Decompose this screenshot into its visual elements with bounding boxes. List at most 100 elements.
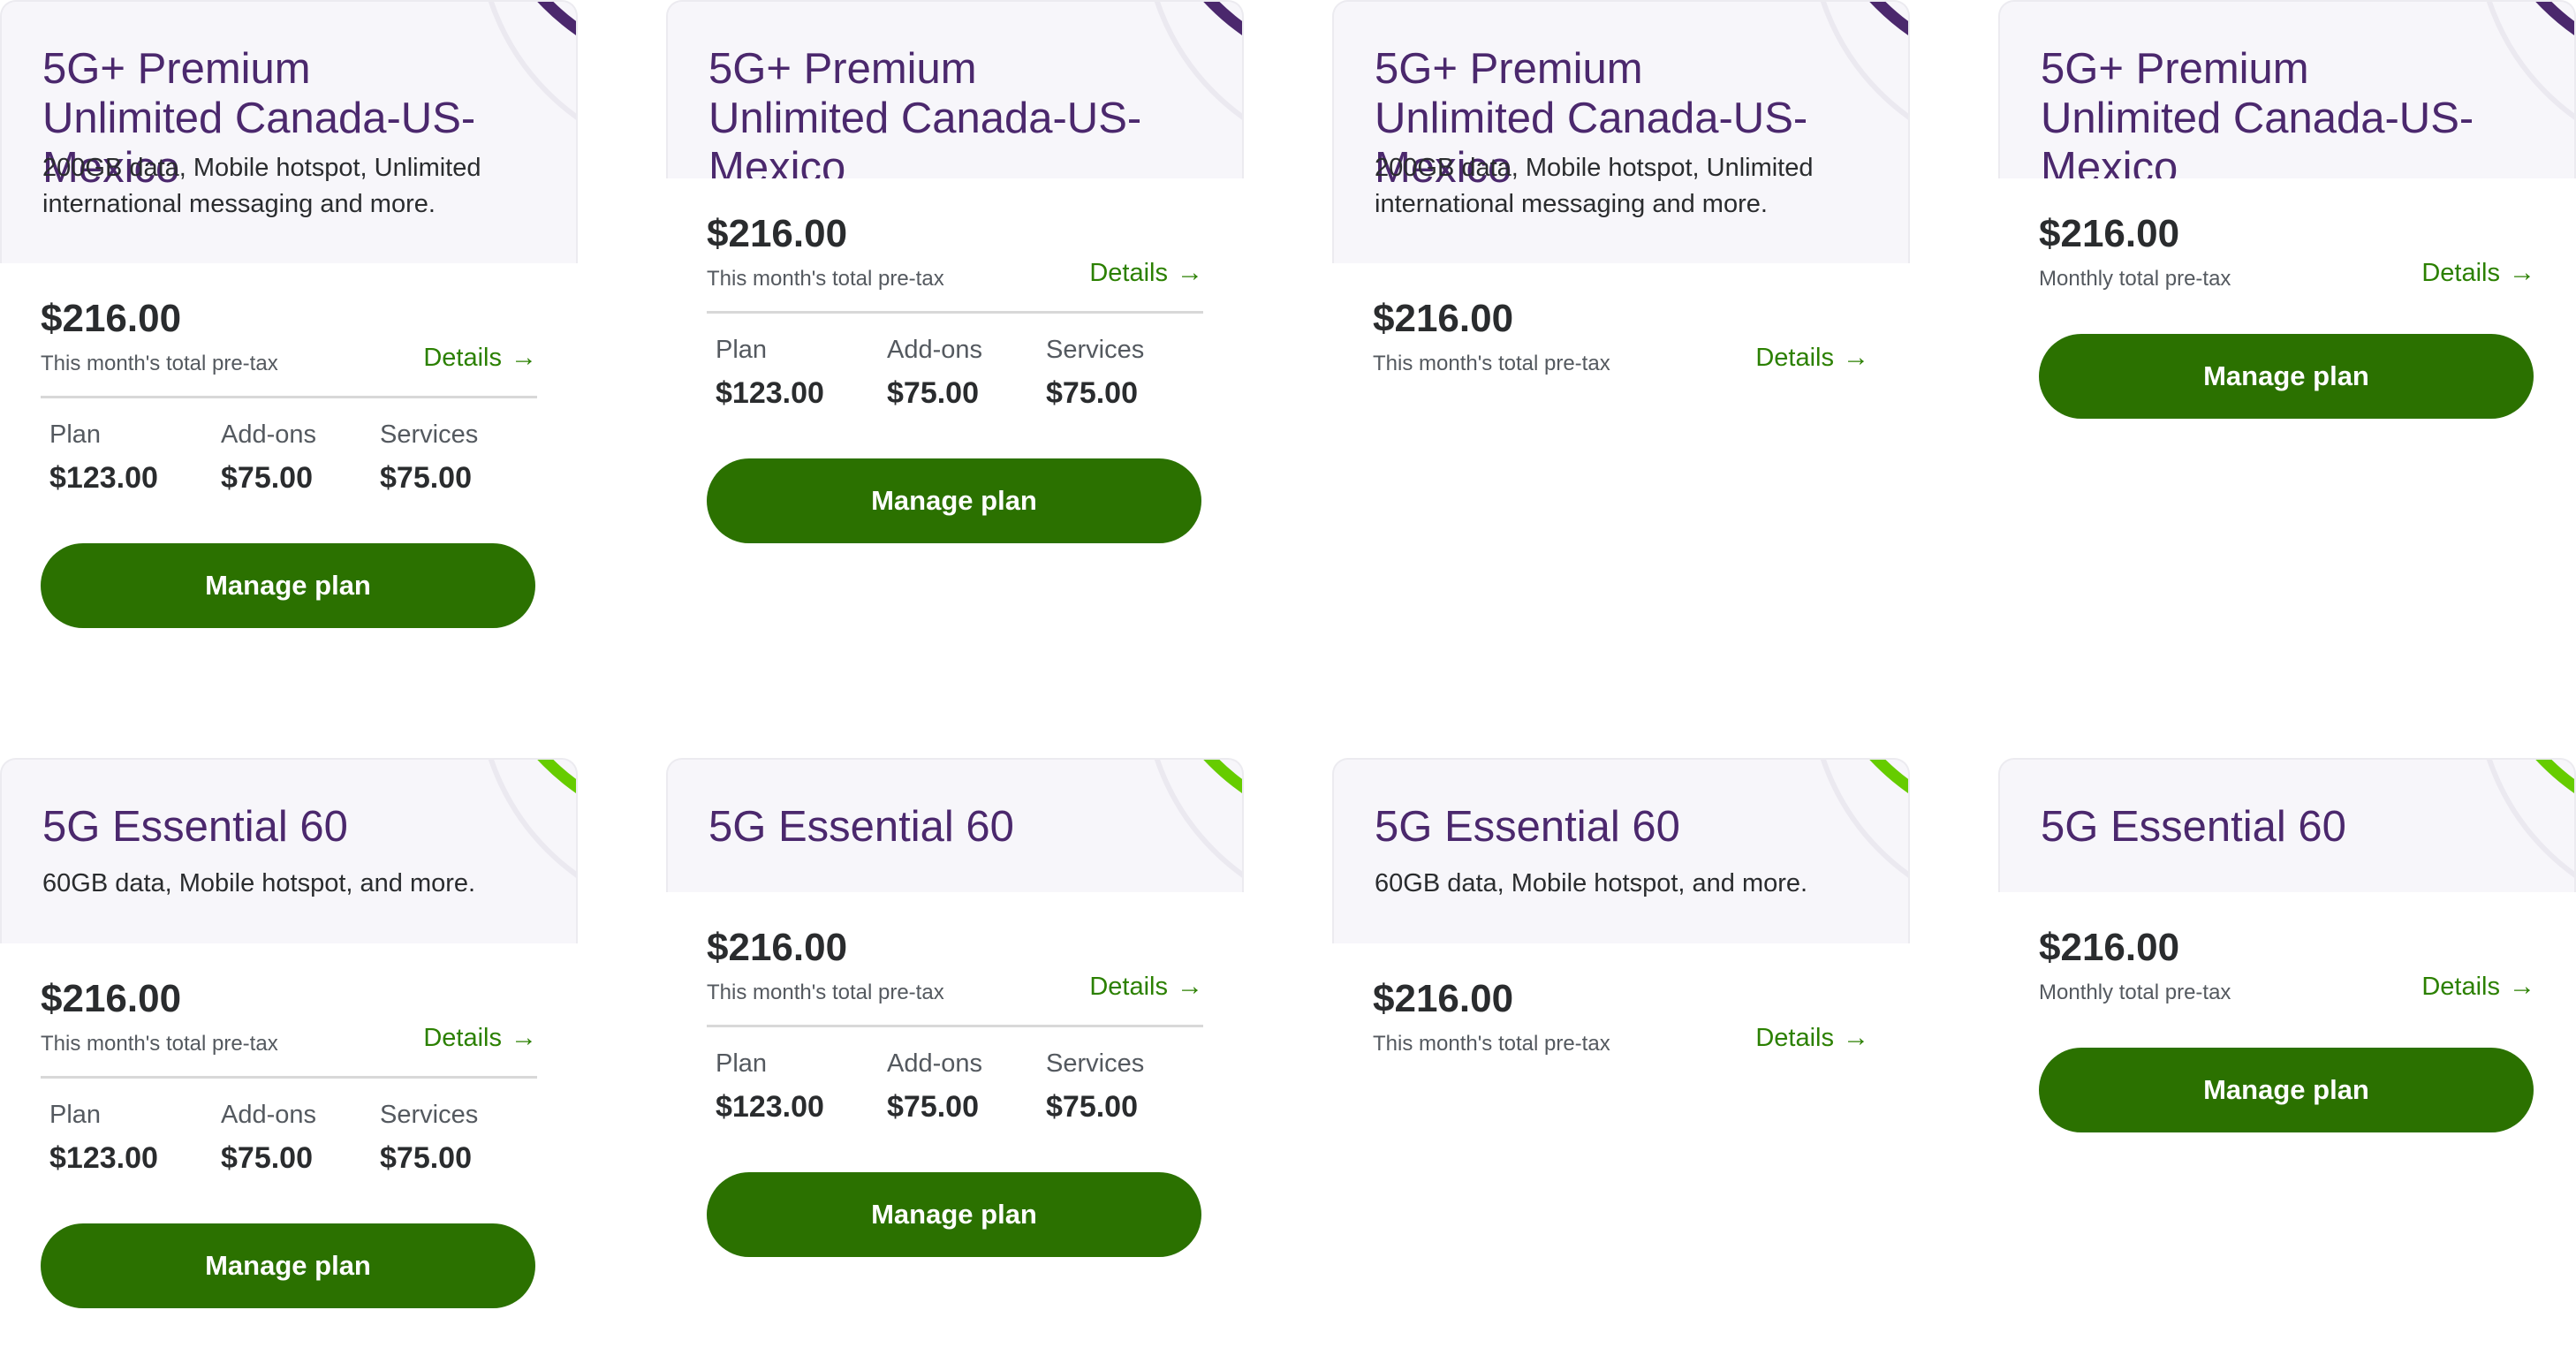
details-link[interactable]: Details → [1755, 343, 1869, 373]
details-link[interactable]: Details → [423, 1023, 537, 1053]
details-label: Details [423, 1023, 502, 1052]
plan-card: 5G+ Premium Unlimited Canada-US-Mexico 2… [1332, 0, 1910, 375]
plan-total-price: $216.00 [41, 297, 182, 340]
plan-description: 200GB data, Mobile hotspot, Unlimited in… [42, 154, 481, 218]
plan-title: 5G Essential 60 [708, 803, 1014, 851]
plan-total-caption: Monthly total pre-tax [2039, 267, 2231, 291]
breakdown-plan-label: Plan [49, 420, 102, 449]
plan-card-header: 5G+ Premium Unlimited Canada-US-Mexico 2… [1332, 0, 1910, 263]
plan-total-caption: This month's total pre-tax [1373, 352, 1610, 375]
breakdown-plan-label: Plan [716, 1049, 768, 1078]
breakdown-addons-label: Add-ons [221, 420, 317, 449]
breakdown-addons-value: $75.00 [221, 1141, 313, 1175]
details-link[interactable]: Details → [1089, 972, 1203, 1002]
plan-total-price: $216.00 [41, 977, 182, 1020]
plan-title: 5G Essential 60 [2041, 803, 2346, 851]
details-link[interactable]: Details → [1755, 1023, 1869, 1053]
plan-card: 5G Essential 60 60GB data, Mobile hotspo… [0, 758, 578, 1308]
breakdown-plan-value: $123.00 [49, 1141, 158, 1175]
plan-card: 5G+ Premium Unlimited Canada-US-Mexico $… [1998, 0, 2576, 419]
details-link[interactable]: Details → [423, 343, 537, 373]
details-link[interactable]: Details → [2421, 258, 2535, 288]
plan-title: 5G Essential 60 [42, 803, 348, 851]
manage-plan-button[interactable]: Manage plan [41, 1223, 535, 1308]
plan-card-header: 5G+ Premium Unlimited Canada-US-Mexico [1998, 0, 2576, 178]
arrow-right-icon: → [1177, 972, 1203, 1001]
plan-card-header: 5G Essential 60 [1998, 758, 2576, 892]
breakdown-addons-value: $75.00 [887, 1090, 979, 1124]
manage-plan-button[interactable]: Manage plan [2039, 334, 2534, 419]
divider [707, 1025, 1203, 1027]
decorative-arc-icon [488, 760, 576, 878]
details-link[interactable]: Details → [1089, 258, 1203, 288]
breakdown-services-label: Services [380, 1101, 479, 1129]
details-label: Details [2421, 972, 2500, 1001]
plan-card: 5G Essential 60 $216.00 This month's tot… [666, 758, 1244, 1257]
breakdown-plan-value: $123.00 [716, 376, 824, 410]
arrow-right-icon: → [2509, 258, 2535, 287]
breakdown-plan-label: Plan [716, 336, 768, 364]
arrow-right-icon: → [511, 1023, 537, 1052]
plan-total-price: $216.00 [2039, 926, 2180, 969]
manage-plan-button[interactable]: Manage plan [41, 543, 535, 628]
divider [41, 1076, 537, 1079]
breakdown-services-value: $75.00 [1046, 376, 1138, 410]
manage-plan-button[interactable]: Manage plan [707, 1172, 1201, 1257]
plan-card: 5G+ Premium Unlimited Canada-US-Mexico 2… [0, 0, 578, 628]
plan-total-caption: This month's total pre-tax [707, 267, 944, 291]
breakdown-plan-value: $123.00 [716, 1090, 824, 1124]
plan-title: 5G+ Premium Unlimited Canada-US-Mexico [2041, 45, 2474, 178]
manage-plan-button[interactable]: Manage plan [707, 458, 1201, 543]
details-label: Details [2421, 258, 2500, 287]
arrow-right-icon: → [1177, 258, 1203, 287]
plan-total-price: $216.00 [2039, 212, 2180, 255]
breakdown-services-label: Services [1046, 336, 1145, 364]
arrow-right-icon: → [2509, 972, 2535, 1001]
plan-total-caption: This month's total pre-tax [41, 352, 278, 375]
divider [707, 311, 1203, 314]
plan-description: 200GB data, Mobile hotspot, Unlimited in… [1375, 154, 1814, 218]
plan-title: 5G Essential 60 [1375, 803, 1680, 851]
plan-card-header: 5G+ Premium Unlimited Canada-US-Mexico [666, 0, 1244, 178]
breakdown-addons-label: Add-ons [221, 1101, 317, 1129]
breakdown-plan-value: $123.00 [49, 461, 158, 495]
plan-card-header: 5G Essential 60 [666, 758, 1244, 892]
divider [41, 396, 537, 398]
details-label: Details [1755, 1023, 1834, 1052]
breakdown-addons-value: $75.00 [887, 376, 979, 410]
plan-card-header: 5G+ Premium Unlimited Canada-US-Mexico 2… [0, 0, 578, 263]
breakdown-services-label: Services [380, 420, 479, 449]
plan-total-caption: This month's total pre-tax [1373, 1032, 1610, 1056]
decorative-arc-icon [1820, 760, 1908, 878]
manage-plan-button[interactable]: Manage plan [2039, 1048, 2534, 1132]
breakdown-services-value: $75.00 [380, 1141, 472, 1175]
plan-total-price: $216.00 [707, 212, 848, 255]
plan-card: 5G Essential 60 $216.00 Monthly total pr… [1998, 758, 2576, 1132]
arrow-right-icon: → [1843, 343, 1869, 372]
details-label: Details [423, 343, 502, 372]
details-label: Details [1089, 972, 1168, 1001]
arrow-right-icon: → [1843, 1023, 1869, 1052]
breakdown-addons-label: Add-ons [887, 336, 983, 364]
plan-card: 5G Essential 60 60GB data, Mobile hotspo… [1332, 758, 1910, 1056]
breakdown-addons-value: $75.00 [221, 461, 313, 495]
plan-total-price: $216.00 [1373, 297, 1514, 340]
details-label: Details [1089, 258, 1168, 287]
breakdown-addons-label: Add-ons [887, 1049, 983, 1078]
breakdown-services-value: $75.00 [1046, 1090, 1138, 1124]
plan-title: 5G+ Premium Unlimited Canada-US-Mexico [708, 45, 1142, 178]
plan-card-header: 5G Essential 60 60GB data, Mobile hotspo… [1332, 758, 1910, 943]
plan-description: 60GB data, Mobile hotspot, and more. [42, 869, 476, 897]
plan-card: 5G+ Premium Unlimited Canada-US-Mexico $… [666, 0, 1244, 543]
arrow-right-icon: → [511, 343, 537, 372]
breakdown-services-value: $75.00 [380, 461, 472, 495]
details-link[interactable]: Details → [2421, 972, 2535, 1002]
details-label: Details [1755, 343, 1834, 372]
plan-total-price: $216.00 [1373, 977, 1514, 1020]
plan-description: 60GB data, Mobile hotspot, and more. [1375, 869, 1808, 897]
plan-total-caption: This month's total pre-tax [707, 981, 944, 1004]
plan-total-caption: This month's total pre-tax [41, 1032, 278, 1056]
plan-card-header: 5G Essential 60 60GB data, Mobile hotspo… [0, 758, 578, 943]
breakdown-services-label: Services [1046, 1049, 1145, 1078]
breakdown-plan-label: Plan [49, 1101, 102, 1129]
